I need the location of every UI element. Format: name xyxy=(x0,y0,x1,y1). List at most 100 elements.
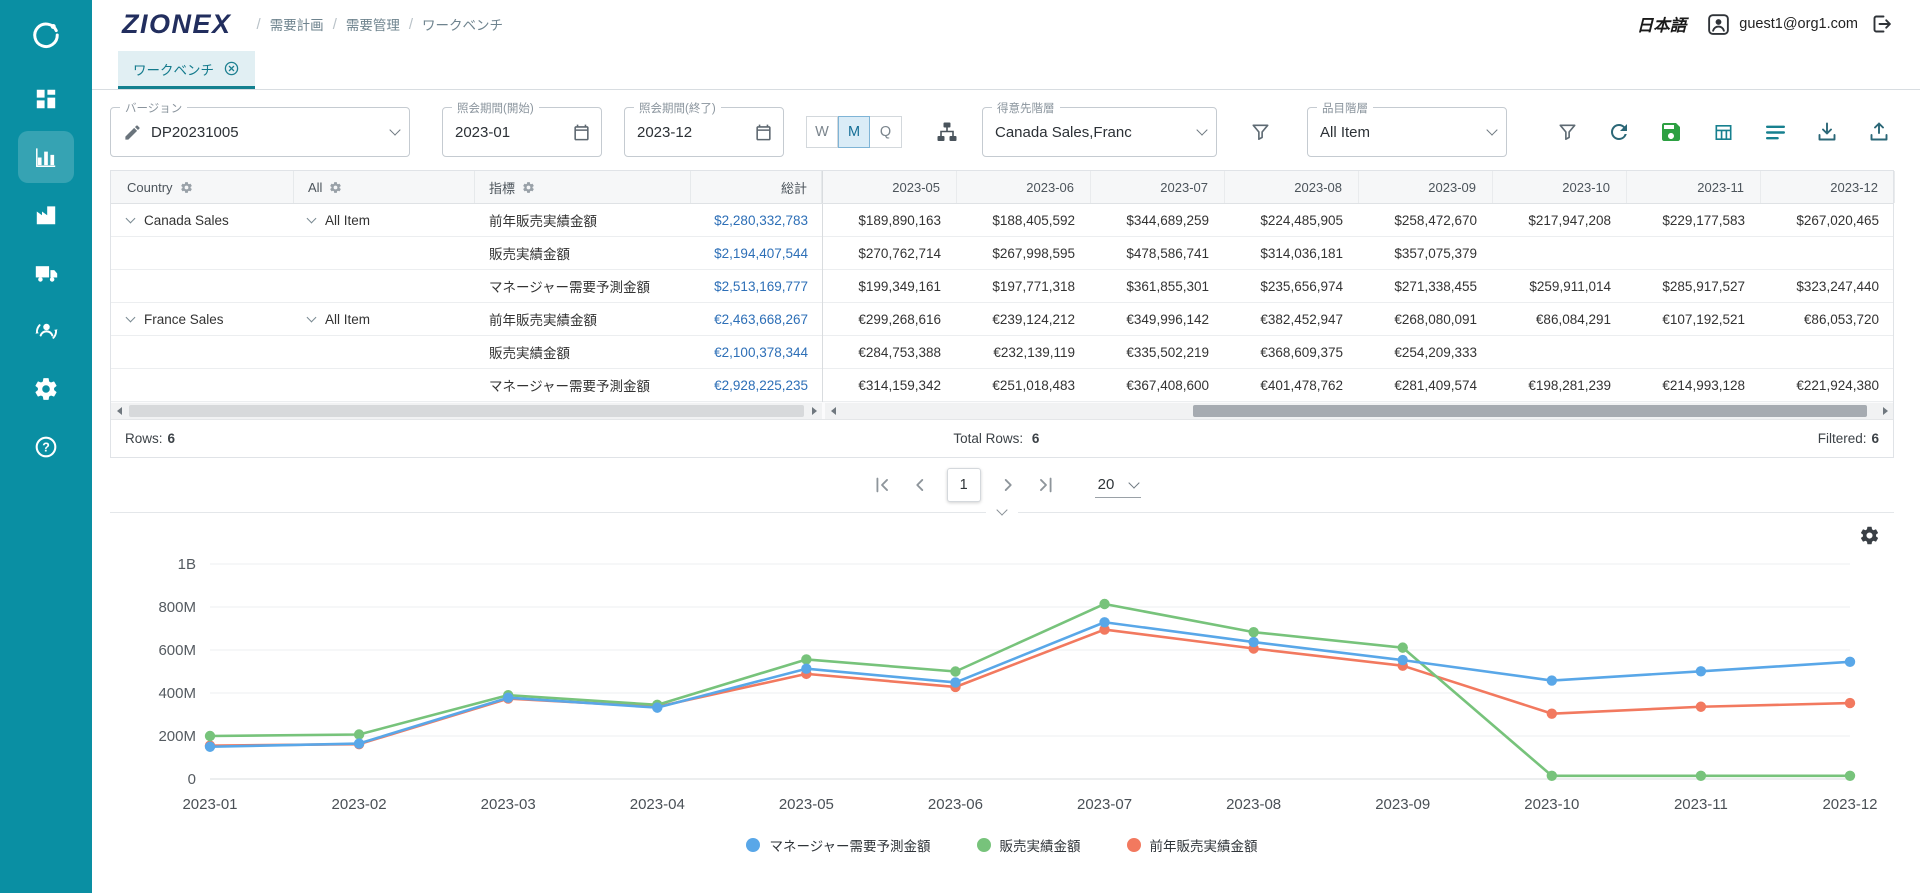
period-end-field[interactable]: 照会期間(終了) 2023-12 xyxy=(624,107,784,157)
row-lines-icon xyxy=(1763,120,1788,145)
month-column-header[interactable]: 2023-07 xyxy=(1091,171,1225,203)
customer-hierarchy-select[interactable]: 得意先階層 Canada Sales,Franc xyxy=(982,107,1217,157)
breadcrumb-item-3[interactable]: ワークベンチ xyxy=(422,14,503,34)
language-switcher[interactable]: 日本語 xyxy=(1637,12,1687,36)
tab-bar: ワークベンチ xyxy=(92,48,1920,90)
total-value[interactable]: $2,513,169,777 xyxy=(691,270,822,302)
fixed-pane-hscrollbar[interactable] xyxy=(111,403,822,419)
sidebar-item-collaboration[interactable] xyxy=(18,305,74,357)
current-page-button[interactable]: 1 xyxy=(947,468,981,502)
sidebar-logo[interactable] xyxy=(31,10,61,60)
page-size-value: 20 xyxy=(1098,476,1115,493)
breadcrumb-item-2[interactable]: 需要管理 xyxy=(346,14,400,34)
sidebar-item-help[interactable] xyxy=(18,421,74,473)
column-settings-gear-icon[interactable] xyxy=(180,181,193,194)
scroll-right-arrow[interactable] xyxy=(1877,403,1893,419)
calendar-icon[interactable] xyxy=(754,123,773,142)
granularity-week-button[interactable]: W xyxy=(806,116,838,148)
column-header-metric[interactable]: 指標 xyxy=(475,171,691,203)
sidebar-item-logistics[interactable] xyxy=(18,247,74,299)
first-page-button[interactable] xyxy=(867,470,897,500)
tab-close-icon[interactable] xyxy=(223,60,240,77)
group-cell[interactable]: France Sales xyxy=(111,303,294,335)
row-density-button[interactable] xyxy=(1760,117,1790,147)
scrollbar-thumb[interactable] xyxy=(1193,405,1866,417)
next-page-button[interactable] xyxy=(993,470,1023,500)
legend-item[interactable]: 前年販売実績金額 xyxy=(1127,835,1258,855)
scroll-left-arrow[interactable] xyxy=(111,403,127,419)
item-hierarchy-select[interactable]: 品目階層 All Item xyxy=(1307,107,1507,157)
upload-button[interactable] xyxy=(1864,117,1894,147)
page-size-select[interactable]: 20 xyxy=(1095,472,1142,498)
version-select[interactable]: バージョン DP20231005 xyxy=(110,107,410,157)
sidebar-item-dashboard[interactable] xyxy=(18,73,74,125)
table-row: Canada SalesAll Item前年販売実績金額$2,280,332,7… xyxy=(111,204,822,237)
column-settings-gear-icon[interactable] xyxy=(522,181,535,194)
download-button[interactable] xyxy=(1812,117,1842,147)
total-value[interactable]: €2,463,668,267 xyxy=(691,303,822,335)
legend-item[interactable]: 販売実績金額 xyxy=(977,835,1081,855)
month-column-header[interactable]: 2023-08 xyxy=(1225,171,1359,203)
period-start-label: 照会期間(開始) xyxy=(452,100,539,116)
column-settings-gear-icon[interactable] xyxy=(329,181,342,194)
month-column-header[interactable]: 2023-12 xyxy=(1761,171,1895,203)
value-cell: $188,405,592 xyxy=(957,204,1091,236)
scrollbar-thumb[interactable] xyxy=(129,405,804,417)
hierarchy-tree-button[interactable] xyxy=(932,117,962,147)
breadcrumb-item-1[interactable]: 需要計画 xyxy=(270,14,324,34)
customer-filter-button[interactable] xyxy=(1245,117,1275,147)
total-value[interactable]: $2,194,407,544 xyxy=(691,237,822,269)
logout-icon[interactable] xyxy=(1870,12,1894,36)
last-page-button[interactable] xyxy=(1031,470,1061,500)
fixed-body-pane: Canada SalesAll Item前年販売実績金額$2,280,332,7… xyxy=(111,204,822,402)
item-cell[interactable]: All Item xyxy=(294,204,475,236)
value-cell: $199,349,161 xyxy=(823,270,957,302)
total-value[interactable]: €2,100,378,344 xyxy=(691,336,822,368)
group-cell[interactable]: Canada Sales xyxy=(111,204,294,236)
month-column-header[interactable]: 2023-11 xyxy=(1627,171,1761,203)
sidebar-item-analytics[interactable] xyxy=(18,131,74,183)
months-pane-hscrollbar[interactable] xyxy=(825,403,1893,419)
brand-logo[interactable]: ZIONEX xyxy=(122,9,232,40)
value-cell: €349,996,142 xyxy=(1091,303,1225,335)
chevron-down-icon[interactable] xyxy=(126,214,136,224)
toolbar-actions xyxy=(1552,117,1894,147)
sidebar xyxy=(0,0,92,893)
chevron-down-icon[interactable] xyxy=(307,313,317,323)
legend-item[interactable]: マネージャー需要予測金額 xyxy=(746,835,930,855)
column-header-total[interactable]: 総計 xyxy=(691,171,822,203)
scroll-left-arrow[interactable] xyxy=(825,403,841,419)
table-layout-button[interactable] xyxy=(1708,117,1738,147)
total-value[interactable]: $2,280,332,783 xyxy=(691,204,822,236)
refresh-button[interactable] xyxy=(1604,117,1634,147)
month-column-header[interactable]: 2023-05 xyxy=(823,171,957,203)
sidebar-item-production[interactable] xyxy=(18,189,74,241)
column-header-label: All xyxy=(308,180,322,195)
chevron-down-icon[interactable] xyxy=(126,313,136,323)
prev-page-button[interactable] xyxy=(905,470,935,500)
period-start-field[interactable]: 照会期間(開始) 2023-01 xyxy=(442,107,602,157)
chevron-down-icon[interactable] xyxy=(307,214,317,224)
save-icon xyxy=(1659,120,1683,144)
column-header-country[interactable]: Country xyxy=(111,171,294,203)
value-cell: €368,609,375 xyxy=(1225,336,1359,368)
scroll-right-arrow[interactable] xyxy=(806,403,822,419)
table-row: マネージャー需要予測金額€2,928,225,235 xyxy=(111,369,822,402)
total-value[interactable]: €2,928,225,235 xyxy=(691,369,822,401)
calendar-icon[interactable] xyxy=(572,123,591,142)
month-column-header[interactable]: 2023-10 xyxy=(1493,171,1627,203)
save-button[interactable] xyxy=(1656,117,1686,147)
item-cell[interactable]: All Item xyxy=(294,303,475,335)
svg-text:400M: 400M xyxy=(158,685,196,702)
account-icon[interactable] xyxy=(1706,12,1731,37)
granularity-quarter-button[interactable]: Q xyxy=(870,116,902,148)
item-filter-button[interactable] xyxy=(1552,117,1582,147)
tab-workbench[interactable]: ワークベンチ xyxy=(118,51,255,89)
chart-collapse-button[interactable] xyxy=(986,505,1018,515)
granularity-month-button[interactable]: M xyxy=(838,116,870,148)
month-column-header[interactable]: 2023-06 xyxy=(957,171,1091,203)
sidebar-item-settings[interactable] xyxy=(18,363,74,415)
chart-settings-gear-icon[interactable] xyxy=(1859,525,1880,546)
column-header-all[interactable]: All xyxy=(294,171,475,203)
month-column-header[interactable]: 2023-09 xyxy=(1359,171,1493,203)
